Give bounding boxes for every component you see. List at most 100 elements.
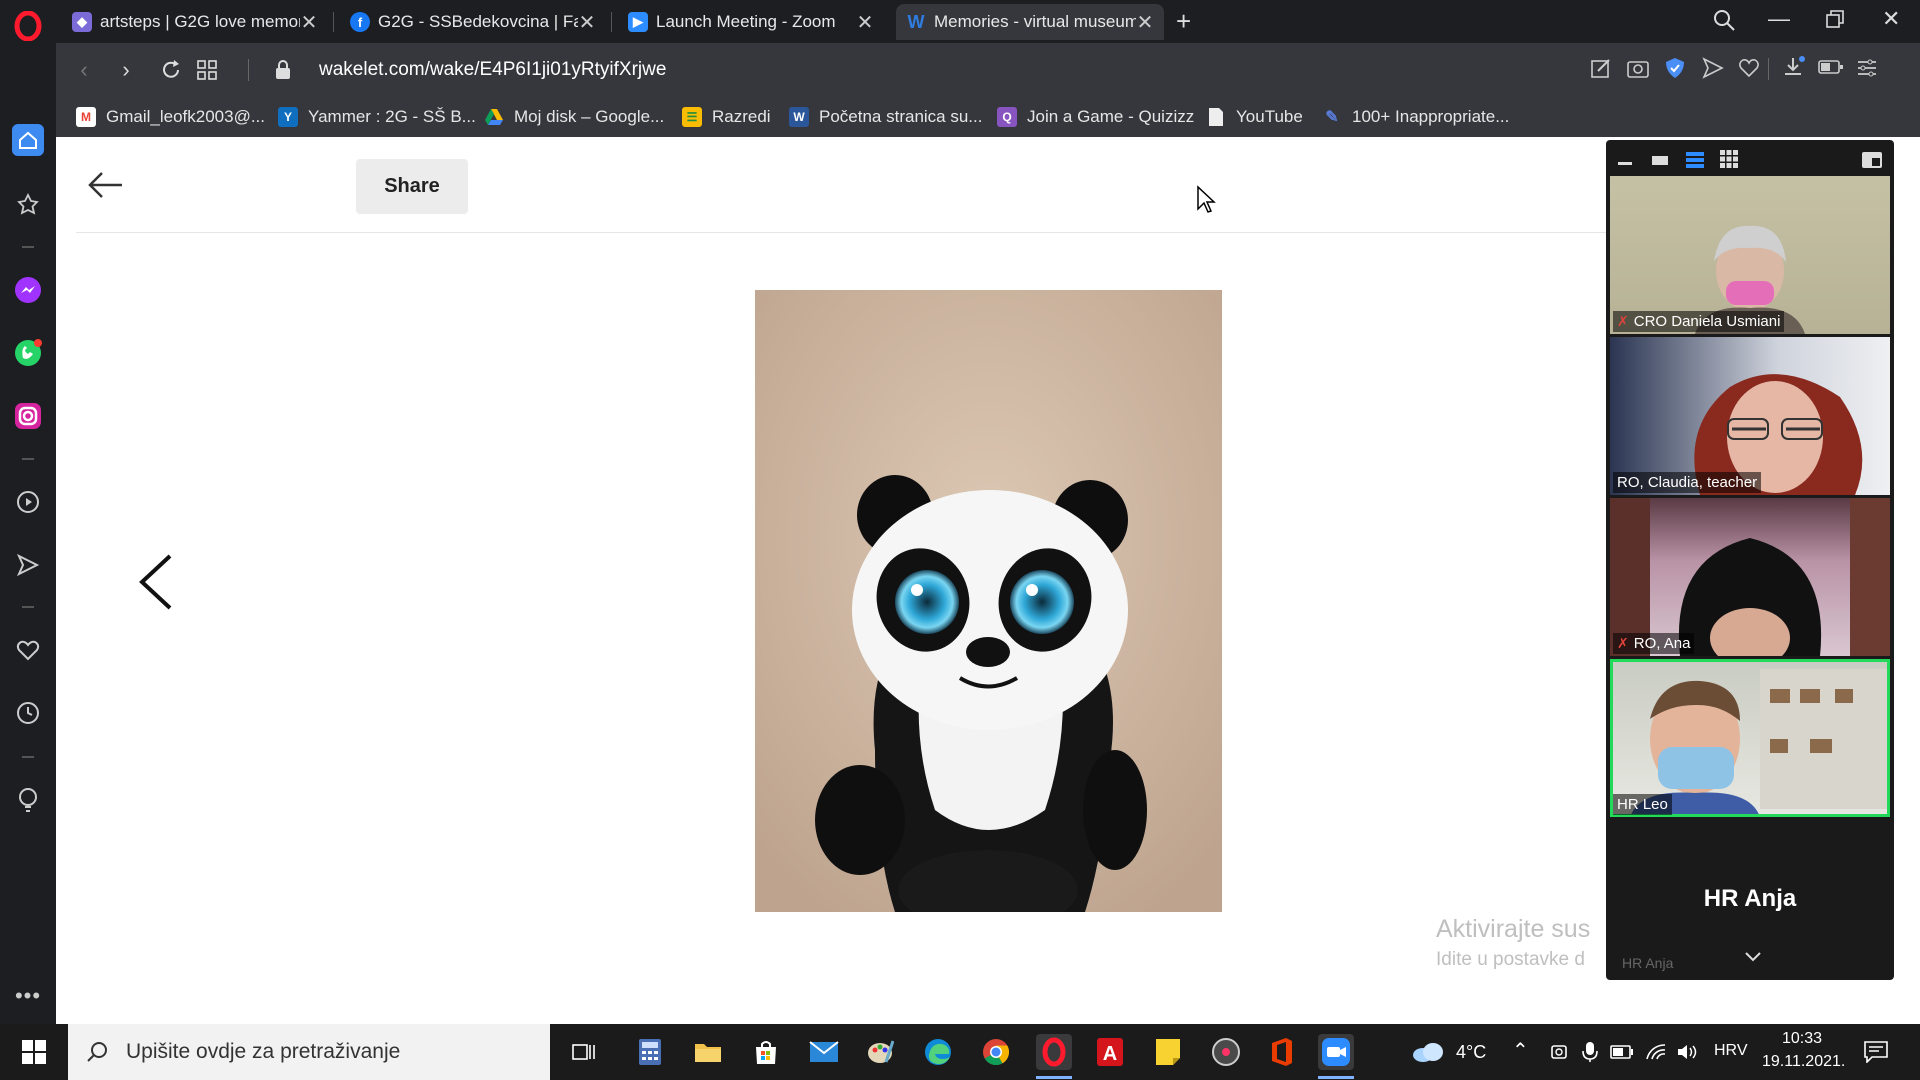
tab-artsteps[interactable]: ◆ artsteps | G2G love memory ✕ bbox=[62, 4, 328, 40]
home-icon[interactable] bbox=[12, 124, 44, 156]
opera-taskbar-icon[interactable] bbox=[1036, 1034, 1072, 1070]
microphone-icon[interactable] bbox=[1572, 1034, 1608, 1070]
sticky-notes-icon[interactable] bbox=[1150, 1034, 1186, 1070]
new-tab-icon[interactable]: + bbox=[1176, 6, 1191, 37]
easy-setup-menu-icon[interactable] bbox=[1856, 57, 1878, 84]
wifi-icon[interactable] bbox=[1638, 1034, 1674, 1070]
volume-icon[interactable] bbox=[1670, 1034, 1706, 1070]
close-icon[interactable]: ✕ bbox=[856, 10, 874, 35]
tab-zoom[interactable]: ▶ Launch Meeting - Zoom ✕ bbox=[618, 4, 884, 40]
tabs-grid-icon[interactable] bbox=[192, 55, 222, 85]
history-clock-icon[interactable] bbox=[12, 697, 44, 729]
video-tile[interactable]: ✗ CRO Daniela Usmiani bbox=[1610, 176, 1890, 334]
window-close-icon[interactable]: ✕ bbox=[1882, 6, 1900, 32]
tab-facebook[interactable]: f G2G - SSBedekovcina | Facebook ✕ bbox=[340, 4, 606, 40]
gallery-view-icon[interactable] bbox=[1720, 150, 1738, 173]
taskbar-search[interactable]: Upišite ovdje za pretraživanje bbox=[68, 1024, 550, 1080]
tab-wakelet-active[interactable]: W Memories - virtual museum ✕ bbox=[896, 4, 1164, 40]
chrome-icon[interactable] bbox=[978, 1034, 1014, 1070]
panda-photo[interactable] bbox=[755, 290, 1222, 912]
notifications-icon[interactable] bbox=[1858, 1034, 1894, 1070]
zoom-icon: ▶ bbox=[628, 12, 648, 32]
snapshot-camera-icon[interactable] bbox=[1626, 57, 1650, 84]
share-button[interactable]: Share bbox=[356, 159, 468, 214]
more-icon[interactable]: ••• bbox=[12, 980, 44, 1012]
lightbulb-icon[interactable] bbox=[12, 784, 44, 816]
bookmark-youtube[interactable]: YouTube bbox=[1206, 105, 1303, 129]
bookmark-quizizz[interactable]: Q Join a Game - Quizizz bbox=[997, 105, 1194, 129]
favorite-heart-icon[interactable] bbox=[1738, 58, 1760, 83]
bookmark-yammer[interactable]: Y Yammer : 2G - SŠ B... bbox=[278, 105, 476, 129]
tab-separator bbox=[611, 12, 612, 32]
paint-icon[interactable] bbox=[862, 1034, 898, 1070]
opera-logo-icon[interactable] bbox=[12, 10, 44, 42]
bookmark-label: Yammer : 2G - SŠ B... bbox=[308, 107, 476, 126]
bookmarks-star-icon[interactable] bbox=[12, 188, 44, 220]
minimize-icon[interactable]: — bbox=[1768, 6, 1790, 32]
chevron-down-icon[interactable] bbox=[1744, 950, 1762, 968]
player-icon[interactable] bbox=[12, 486, 44, 518]
video-tile[interactable]: RO, Claudia, teacher bbox=[1610, 337, 1890, 495]
bookmark-razredi[interactable]: ☰ Razredi bbox=[682, 105, 771, 129]
bookmark-label: Početna stranica su... bbox=[819, 107, 983, 126]
clock-time[interactable]: 10:33 bbox=[1782, 1030, 1822, 1048]
zoom-video-panel: ✗ CRO Daniela Usmiani RO, Claudia, teache… bbox=[1606, 140, 1894, 980]
send-icon[interactable] bbox=[12, 549, 44, 581]
bookmark-pocetna-stranica[interactable]: W Početna stranica su... bbox=[789, 105, 982, 129]
edge-icon[interactable] bbox=[920, 1034, 956, 1070]
bookmark-gmail[interactable]: M Gmail_leofk2003@... bbox=[76, 105, 265, 129]
forward-icon[interactable]: › bbox=[111, 55, 141, 85]
video-tile-active-speaker[interactable]: HR Leo bbox=[1610, 659, 1890, 817]
strip-view-icon[interactable] bbox=[1686, 152, 1704, 173]
speaker-view-icon[interactable] bbox=[1652, 156, 1668, 165]
search-tabs-icon[interactable] bbox=[1712, 8, 1736, 37]
instagram-icon[interactable] bbox=[12, 400, 44, 432]
url-input[interactable]: wakelet.com/wake/E4P6I1ji01yRtyifXrjwe bbox=[319, 59, 666, 81]
tab-separator bbox=[333, 12, 334, 32]
whatsapp-icon[interactable] bbox=[12, 337, 44, 369]
search-icon bbox=[87, 1042, 107, 1062]
heart-icon[interactable] bbox=[12, 634, 44, 666]
bookmark-label: YouTube bbox=[1236, 107, 1303, 126]
previous-item-chevron-icon[interactable] bbox=[136, 552, 176, 617]
tab-title: Launch Meeting - Zoom bbox=[656, 12, 836, 31]
bookmark-label: Join a Game - Quizizz bbox=[1027, 107, 1195, 126]
restore-icon[interactable] bbox=[1826, 10, 1844, 33]
battery-icon[interactable] bbox=[1604, 1034, 1640, 1070]
media-player-icon[interactable] bbox=[1208, 1034, 1244, 1070]
back-arrow-icon[interactable] bbox=[86, 169, 126, 206]
minimize-video-icon[interactable] bbox=[1618, 162, 1632, 165]
downloads-icon[interactable] bbox=[1782, 55, 1806, 84]
battery-saver-icon[interactable] bbox=[1818, 59, 1844, 80]
microsoft-store-icon[interactable] bbox=[748, 1034, 784, 1070]
file-explorer-icon[interactable] bbox=[690, 1034, 726, 1070]
zoom-taskbar-icon[interactable] bbox=[1318, 1034, 1354, 1070]
exit-minimized-icon[interactable] bbox=[1862, 152, 1882, 173]
flow-send-icon[interactable] bbox=[1702, 57, 1724, 84]
calculator-icon[interactable] bbox=[632, 1034, 668, 1070]
input-language[interactable]: HRV bbox=[1714, 1042, 1748, 1060]
clock-date[interactable]: 19.11.2021. bbox=[1762, 1053, 1845, 1071]
close-icon[interactable]: ✕ bbox=[578, 10, 596, 35]
lock-icon[interactable] bbox=[268, 55, 298, 85]
weather-cloud-icon[interactable] bbox=[1410, 1034, 1446, 1070]
reload-icon[interactable] bbox=[156, 55, 186, 85]
bookmark-inappropriate[interactable]: ✎ 100+ Inappropriate... bbox=[1322, 105, 1509, 129]
acrobat-reader-icon[interactable]: A bbox=[1092, 1034, 1128, 1070]
close-icon[interactable]: ✕ bbox=[300, 10, 318, 35]
close-icon[interactable]: ✕ bbox=[1136, 10, 1154, 35]
page-icon bbox=[1206, 107, 1226, 127]
office-icon[interactable] bbox=[1264, 1034, 1300, 1070]
windows-start-icon[interactable] bbox=[16, 1034, 52, 1070]
video-tile[interactable]: ✗ RO, Ana bbox=[1610, 498, 1890, 656]
mail-icon[interactable] bbox=[806, 1034, 842, 1070]
back-icon[interactable]: ‹ bbox=[69, 55, 99, 85]
tray-chevron-up-icon[interactable]: ⌃ bbox=[1512, 1038, 1529, 1063]
word-icon: W bbox=[789, 107, 809, 127]
easy-setup-icon[interactable] bbox=[1590, 57, 1612, 84]
weather-temp[interactable]: 4°C bbox=[1456, 1042, 1486, 1063]
messenger-icon[interactable] bbox=[12, 274, 44, 306]
task-view-icon[interactable] bbox=[566, 1034, 602, 1070]
vpn-shield-icon[interactable] bbox=[1664, 56, 1686, 85]
bookmark-google-drive[interactable]: Moj disk – Google... bbox=[484, 105, 664, 129]
